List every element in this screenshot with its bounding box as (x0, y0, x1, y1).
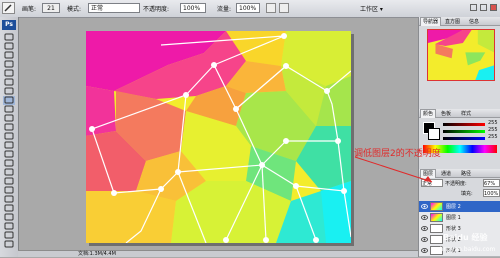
healing-brush-tool-icon[interactable] (3, 87, 15, 96)
dodge-tool-icon[interactable] (3, 150, 15, 159)
navigator-preview[interactable] (427, 29, 495, 81)
visibility-eye-icon[interactable] (421, 236, 428, 243)
navigator-thumbnail (428, 30, 494, 80)
annotation-text: 调低图层2的不透明度 (354, 149, 441, 159)
marquee-tool-icon[interactable] (3, 42, 15, 51)
color-tab-bar: 颜色 色板 样式 (419, 109, 500, 118)
pen-tool-icon[interactable] (3, 159, 15, 168)
visibility-eye-icon[interactable] (421, 214, 428, 221)
blur-tool-icon[interactable] (3, 141, 15, 150)
layer-thumbnail (430, 224, 443, 233)
opacity-label: 不透明度: (143, 6, 170, 13)
red-slider[interactable] (443, 123, 485, 126)
lasso-tool-icon[interactable] (3, 51, 15, 60)
visibility-eye-icon[interactable] (421, 247, 428, 254)
photoshop-logo: Ps (2, 20, 16, 30)
layer-opacity-field[interactable]: 67% (483, 179, 500, 187)
brush-size-preset[interactable]: 21 (42, 3, 60, 13)
layer-opacity-label: 不透明度: (445, 181, 467, 187)
tab-channels[interactable]: 通道 (441, 170, 451, 177)
background-color-swatch[interactable] (428, 128, 440, 140)
magic-wand-tool-icon[interactable] (3, 60, 15, 69)
eyedropper-tool-icon[interactable] (3, 78, 15, 87)
watermark-url: jingyan.baidu.com (440, 246, 496, 253)
opacity-field[interactable]: 100% (180, 3, 206, 13)
tab-color[interactable]: 颜色 (420, 109, 437, 118)
green-value[interactable]: 255 (488, 127, 498, 133)
visibility-eye-icon[interactable] (421, 225, 428, 232)
path-selection-tool-icon[interactable] (3, 177, 15, 186)
notes-tool-icon[interactable] (3, 195, 15, 204)
green-slider[interactable] (443, 130, 485, 133)
color-swatches-icon[interactable] (3, 222, 15, 231)
mode-select[interactable]: 正常 (88, 3, 140, 13)
brush-label: 画笔: (22, 6, 37, 13)
layer-thumbnail (430, 202, 443, 211)
crop-tool-icon[interactable] (3, 69, 15, 78)
layer-name: 图层 2 (446, 204, 461, 210)
layer-name: 图层 1 (446, 215, 461, 221)
airbrush-icon[interactable] (266, 3, 276, 13)
layer-name: 形状 3 (446, 226, 461, 232)
layer-thumbnail (430, 213, 443, 222)
minimize-button[interactable] (470, 4, 477, 11)
flow-label: 流量: (217, 6, 232, 13)
red-value[interactable]: 255 (488, 120, 498, 126)
visibility-eye-icon[interactable] (421, 203, 428, 210)
layer-fill-field[interactable]: 100% (483, 189, 500, 197)
blue-slider[interactable] (443, 137, 485, 140)
restore-button[interactable] (480, 4, 487, 11)
gradient-tool-icon[interactable] (3, 132, 15, 141)
options-bar: 画笔: 21 模式: 正常 不透明度: 100% 流量: 100% 工作区 ▾ (0, 0, 500, 18)
type-tool-icon[interactable] (3, 168, 15, 177)
panel-dock: 导航器 直方图 信息 颜色 色板 样式 255 255 255 图层 通道 路径… (418, 17, 500, 257)
baidu-watermark: Baidu 经验 (443, 233, 488, 242)
hand-tool-icon[interactable] (3, 204, 15, 213)
tablet-pressure-icon[interactable] (279, 3, 289, 13)
clone-stamp-tool-icon[interactable] (3, 105, 15, 114)
zoom-tool-icon[interactable] (3, 213, 15, 222)
layer-thumbnail (430, 235, 443, 244)
screen-mode-icon[interactable] (3, 240, 15, 249)
quick-mask-icon[interactable] (3, 231, 15, 240)
blue-value[interactable]: 255 (488, 134, 498, 140)
close-button[interactable] (490, 4, 497, 11)
shape-tool-icon[interactable] (3, 186, 15, 195)
mode-label: 模式: (67, 6, 82, 13)
document-size: 文档:1.3M/4.4M (78, 251, 116, 257)
move-tool-icon[interactable] (3, 33, 15, 42)
history-brush-tool-icon[interactable] (3, 114, 15, 123)
status-bar: 文档:1.3M/4.4M (18, 250, 418, 257)
brush-tool-icon[interactable] (3, 96, 15, 105)
flow-field[interactable]: 100% (236, 3, 260, 13)
eraser-tool-icon[interactable] (3, 123, 15, 132)
workspace-menu[interactable]: 工作区 ▾ (360, 4, 383, 13)
tab-histogram[interactable]: 直方图 (445, 18, 460, 25)
tab-swatches[interactable]: 色板 (441, 110, 451, 117)
navigator-tab-bar: 导航器 直方图 信息 (419, 17, 500, 26)
tab-navigator[interactable]: 导航器 (420, 17, 442, 26)
polygon-artwork (86, 31, 351, 243)
tab-styles[interactable]: 样式 (461, 110, 471, 117)
document-canvas[interactable] (86, 31, 351, 243)
tab-info[interactable]: 信息 (469, 18, 479, 25)
brush-tool-icon[interactable] (2, 2, 15, 14)
layer-fill-label: 填充: (461, 191, 473, 197)
tab-paths[interactable]: 路径 (461, 170, 471, 177)
